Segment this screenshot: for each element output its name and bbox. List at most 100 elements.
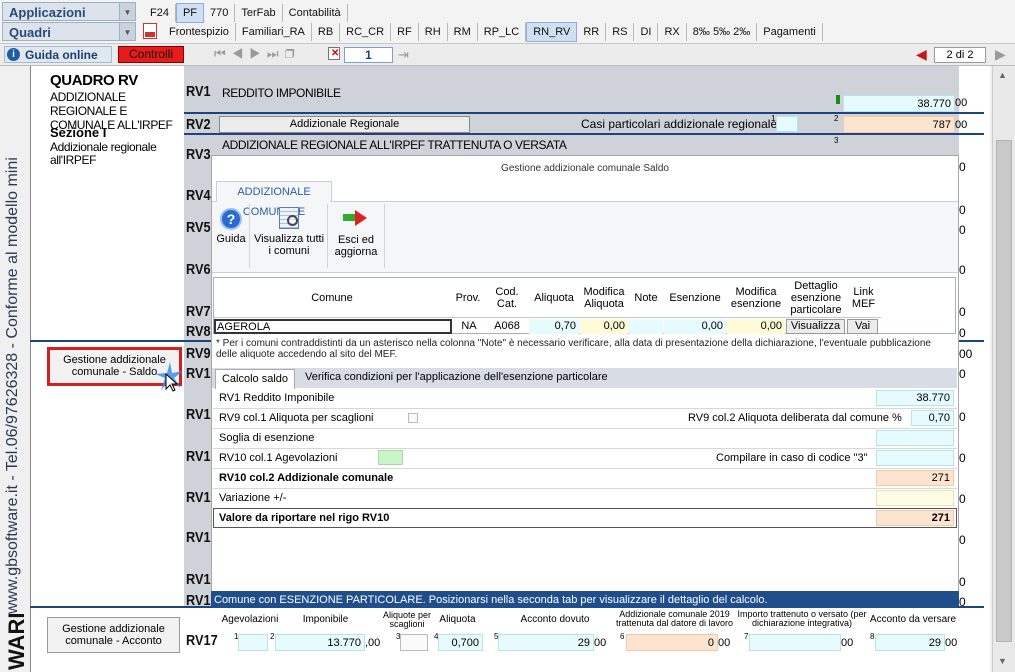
- calc-variazione-field[interactable]: [876, 490, 954, 506]
- ribbon-tab-addizionale[interactable]: ADDIZIONALE COMUNALE: [216, 181, 332, 218]
- tab-rx[interactable]: RX: [658, 23, 687, 41]
- rv2-addizionale-regionale-button[interactable]: Addizionale Regionale: [219, 116, 470, 133]
- subtab-calcolo-saldo[interactable]: Calcolo saldo: [215, 369, 295, 389]
- status-bar: Comune con ESENZIONE PARTICOLARE. Posizi…: [211, 591, 959, 609]
- right-zero: 0: [959, 263, 966, 277]
- rv17-agevolazioni-field[interactable]: [238, 634, 268, 651]
- quadri-dropdown-label: Quadri: [9, 25, 51, 40]
- col-cod-cat[interactable]: Cod. Cat.: [486, 278, 528, 318]
- scroll-down-icon[interactable]: ▼: [998, 656, 1007, 666]
- cell-aliquota: 0,70: [529, 319, 579, 334]
- page-number-input[interactable]: 1: [344, 47, 393, 63]
- rv2-label: RV2: [186, 116, 211, 133]
- scrollbar-thumb[interactable]: [996, 140, 1012, 642]
- quadri-tabs: Frontespizio Familiari_RA RB RC_CR RF RH…: [163, 22, 823, 42]
- tab-pagamenti[interactable]: Pagamenti: [757, 23, 823, 41]
- calc-rv10c2-value: 271: [931, 472, 950, 484]
- info-icon: i: [7, 48, 20, 61]
- cell-modifica-esenzione[interactable]: 0,00: [727, 319, 785, 334]
- scroll-up-icon[interactable]: ▲: [998, 70, 1007, 80]
- apps-dropdown[interactable]: Applicazioni ▼: [2, 2, 136, 21]
- tab-terfab[interactable]: TerFab: [235, 4, 283, 22]
- tab-rn-rv[interactable]: RN_RV: [526, 22, 578, 42]
- tab-rh[interactable]: RH: [419, 23, 448, 41]
- prev-form-icon[interactable]: ◀: [916, 46, 927, 63]
- next-page-icon[interactable]: ▶: [249, 46, 267, 61]
- tab-rs[interactable]: RS: [606, 23, 635, 41]
- rv17-h-trattenuta: Addizionale comunale 2019 trattenuta dal…: [615, 609, 734, 628]
- prev-page-icon[interactable]: ◀: [232, 46, 250, 61]
- tab-frontespizio[interactable]: Frontespizio: [163, 23, 236, 41]
- tab-rp-lc[interactable]: RP_LC: [478, 23, 527, 41]
- col-aliquota[interactable]: Aliquota: [529, 278, 579, 318]
- col-note[interactable]: Note: [629, 278, 663, 318]
- rv2-value-field[interactable]: 787: [843, 116, 955, 133]
- col-comune[interactable]: Comune: [214, 278, 450, 318]
- calc-rv9c1-label: RV9 col.1 Aliquota per scaglioni: [219, 412, 374, 424]
- first-page-icon[interactable]: ⏮: [214, 46, 232, 61]
- right-zero: 0: [959, 326, 966, 340]
- tab-rf[interactable]: RF: [391, 23, 419, 41]
- calc-rv10c1-field[interactable]: [378, 450, 403, 465]
- tab-permille[interactable]: 8‰ 5‰ 2‰: [687, 23, 758, 41]
- controlli-button[interactable]: Controlli: [118, 46, 184, 63]
- col-prov[interactable]: Prov.: [451, 278, 485, 318]
- tab-rc-cr[interactable]: RC_CR: [340, 23, 392, 41]
- tab-rm[interactable]: RM: [448, 23, 478, 41]
- visualizza-dettaglio-button[interactable]: Visualizza: [786, 319, 845, 334]
- delete-page-icon[interactable]: ✕: [328, 47, 340, 60]
- tab-familiari-ra[interactable]: Familiari_RA: [236, 23, 312, 41]
- rv17-h-importo: Importo trattenuto o versato (per dichia…: [737, 609, 867, 628]
- ribbon-guida-button[interactable]: ? Guida: [215, 206, 247, 262]
- col-modifica-aliquota[interactable]: Modifica Aliquota: [580, 278, 628, 318]
- ribbon-visualizza-button[interactable]: Visualizza tutti i comuni: [253, 206, 325, 262]
- rv17-importo-field[interactable]: [749, 634, 841, 651]
- col-modifica-esenzione[interactable]: Modifica esenzione: [727, 278, 785, 318]
- gestione-acconto-button[interactable]: Gestione addizionale comunale - Acconto: [47, 617, 180, 653]
- calc-codice3-field[interactable]: [876, 450, 954, 466]
- rv9-scaglioni-checkbox[interactable]: [408, 413, 418, 423]
- rv7-label: RV7: [186, 303, 211, 320]
- col-link-mef[interactable]: Link MEF: [847, 278, 880, 318]
- pdf-icon[interactable]: [143, 23, 157, 39]
- gestione-acconto-label: Gestione addizionale comunale - Acconto: [62, 623, 165, 647]
- tab-di[interactable]: DI: [634, 23, 659, 41]
- tab-770[interactable]: 770: [204, 4, 236, 22]
- exit-arrow-icon: [342, 208, 370, 228]
- quadri-dropdown[interactable]: Quadri ▼: [2, 22, 136, 41]
- rv17-h-acconto-dovuto: Acconto dovuto: [520, 614, 590, 625]
- tab-f24[interactable]: F24: [144, 4, 176, 22]
- rv2-casi-field[interactable]: [776, 116, 798, 132]
- calc-rv9c2-field[interactable]: 0,70: [911, 410, 954, 426]
- rv17-scaglioni-field[interactable]: [400, 634, 428, 651]
- rv17-trattenuta-field[interactable]: 0: [626, 634, 718, 651]
- last-page-icon[interactable]: ⏭: [267, 46, 285, 61]
- cell-modifica-aliquota[interactable]: 0,00: [580, 319, 628, 334]
- copy-page-icon[interactable]: ❐: [285, 46, 301, 61]
- calc-rv10c2-field: 271: [876, 470, 954, 486]
- ribbon-esci-button[interactable]: Esci ed aggiorna: [331, 206, 381, 262]
- vertical-banner-text: www.gbsoftware.it - Tel.06/97626328 - Co…: [4, 157, 21, 614]
- subtab-verifica-condizioni[interactable]: Verifica condizioni per l'applicazione d…: [305, 371, 608, 383]
- col-esenzione[interactable]: Esenzione: [664, 278, 726, 318]
- vertical-scrollbar[interactable]: ▲ ▼: [992, 66, 1015, 672]
- next-form-icon[interactable]: ▶: [995, 46, 1006, 63]
- tab-pf[interactable]: PF: [175, 3, 205, 23]
- tab-rb[interactable]: RB: [312, 23, 341, 41]
- rv1-marker: [836, 95, 840, 104]
- tab-rr[interactable]: RR: [577, 23, 607, 41]
- link-mef-button[interactable]: Vai: [847, 319, 878, 334]
- help-icon: ?: [220, 208, 242, 230]
- tab-contabilita[interactable]: Contabilità: [283, 4, 348, 22]
- col-dettaglio[interactable]: Dettaglio esenzione particolare: [786, 278, 846, 318]
- rv1-value-field[interactable]: 38.770: [843, 95, 955, 112]
- row-separator: [213, 448, 957, 449]
- guida-online-button[interactable]: i Guida online: [4, 46, 112, 63]
- comuni-row[interactable]: AGEROLA NA A068 0,70 0,00 0,00 0,00 Visu…: [214, 319, 881, 334]
- calc-soglia-field[interactable]: [876, 430, 954, 446]
- cell-esenzione: 0,00: [664, 319, 726, 334]
- goto-page-icon[interactable]: ⇥: [398, 47, 409, 63]
- ribbon-separator: [327, 204, 328, 268]
- rv17-idx6: 6: [620, 632, 625, 641]
- cell-comune[interactable]: AGEROLA: [214, 319, 452, 334]
